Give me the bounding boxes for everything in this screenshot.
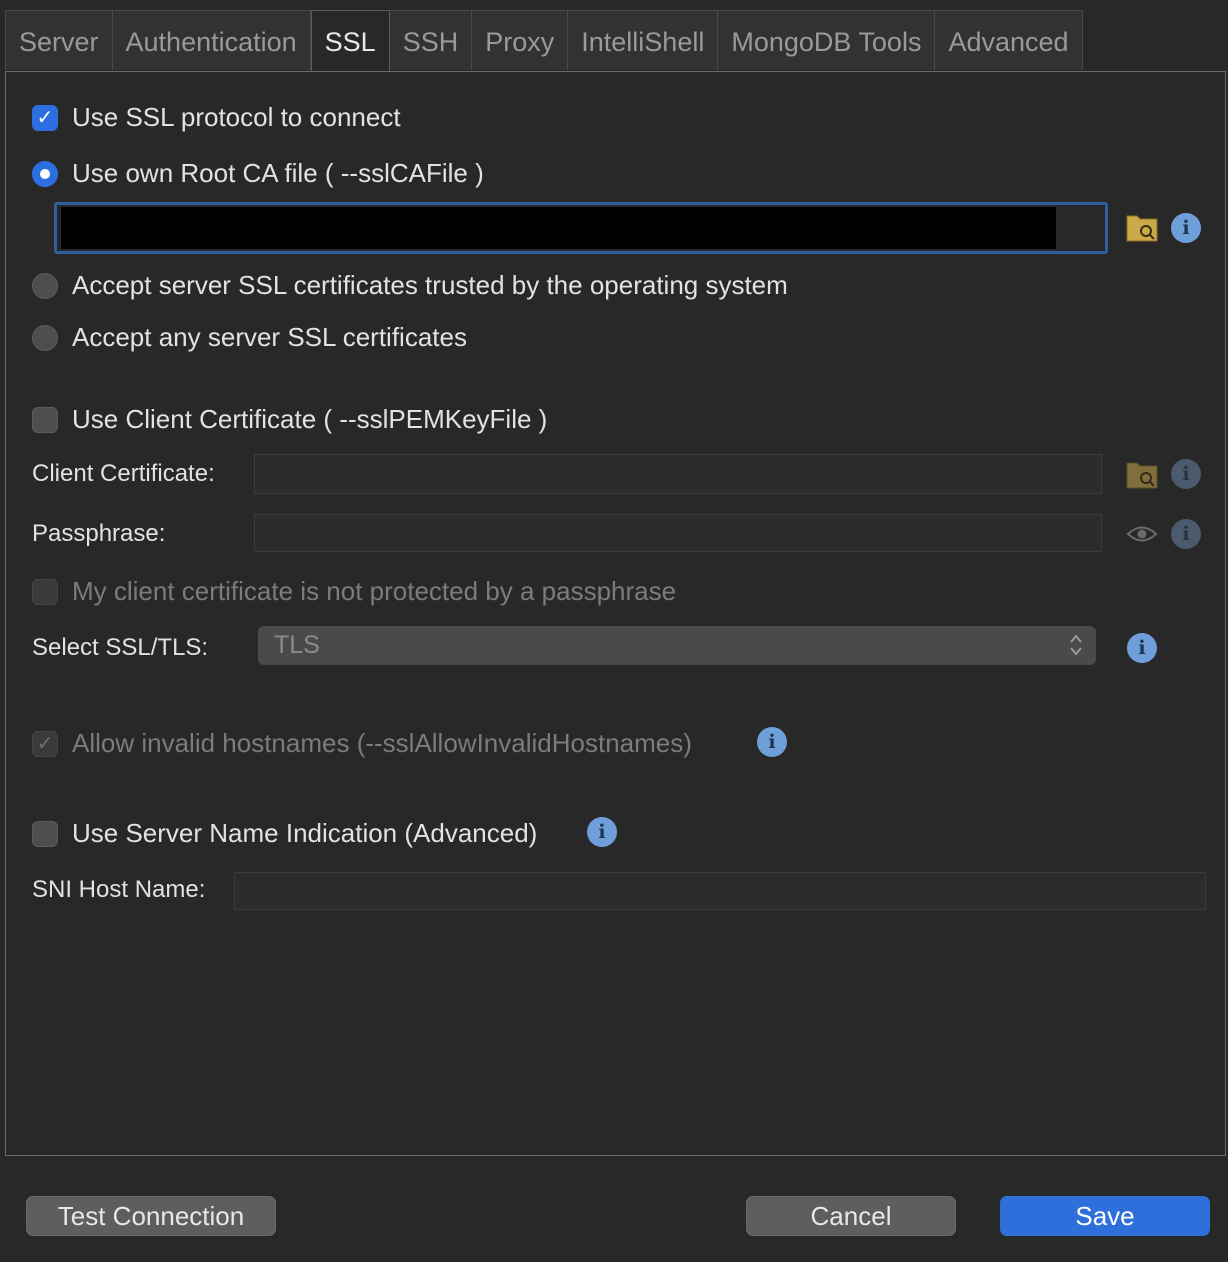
cancel-button[interactable]: Cancel — [746, 1196, 956, 1236]
passphrase-label-row: Passphrase: — [32, 520, 165, 548]
sni-host-label-row: SNI Host Name: — [32, 876, 205, 904]
save-button[interactable]: Save — [1000, 1196, 1210, 1236]
client-cert-row[interactable]: Use Client Certificate ( --sslPEMKeyFile… — [32, 404, 547, 435]
redacted-path — [61, 207, 1056, 249]
no-passphrase-checkbox[interactable] — [32, 578, 58, 605]
any-cert-row[interactable]: Accept any server SSL certificates — [32, 322, 467, 353]
passphrase-label: Passphrase: — [32, 520, 166, 547]
no-passphrase-label: My client certificate is not protected b… — [72, 576, 677, 606]
tab-ssl[interactable]: SSL — [310, 10, 390, 72]
allow-invalid-row[interactable]: ✓ Allow invalid hostnames (--sslAllowInv… — [32, 728, 692, 759]
ca-file-info-icon[interactable]: i — [1171, 213, 1201, 243]
client-cert-check-label: Use Client Certificate ( --sslPEMKeyFile… — [72, 404, 548, 434]
sni-row[interactable]: Use Server Name Indication (Advanced) — [32, 818, 537, 849]
ssl-tls-select[interactable]: TLS — [258, 626, 1096, 665]
client-cert-info-icon[interactable]: i — [1171, 459, 1201, 489]
ca-file-input[interactable] — [54, 202, 1108, 254]
select-ssl-tls-label: Select SSL/TLS: — [32, 634, 209, 661]
passphrase-info-icon[interactable]: i — [1171, 519, 1201, 549]
sni-checkbox[interactable] — [32, 820, 58, 847]
trusted-os-row[interactable]: Accept server SSL certificates trusted b… — [32, 270, 788, 301]
client-cert-folder-icon[interactable] — [1126, 459, 1158, 489]
tab-intellishell[interactable]: IntelliShell — [568, 10, 719, 70]
tab-server[interactable]: Server — [5, 10, 113, 70]
passphrase-input[interactable] — [254, 514, 1102, 552]
tab-mongodb-tools[interactable]: MongoDB Tools — [718, 10, 936, 70]
allow-invalid-info-icon[interactable]: i — [757, 727, 787, 757]
trusted-os-label: Accept server SSL certificates trusted b… — [72, 270, 788, 300]
no-passphrase-row[interactable]: My client certificate is not protected b… — [32, 576, 676, 607]
own-root-ca-label: Use own Root CA file ( --sslCAFile ) — [72, 158, 484, 188]
allow-invalid-checkbox[interactable]: ✓ — [32, 730, 58, 757]
use-ssl-label: Use SSL protocol to connect — [72, 102, 401, 132]
client-certificate-label: Client Certificate: — [32, 460, 215, 487]
tab-bar: Server Authentication SSL SSH Proxy Inte… — [5, 10, 1228, 72]
select-ssl-tls-label-row: Select SSL/TLS: — [32, 634, 208, 662]
own-root-ca-radio[interactable] — [32, 160, 58, 187]
tab-ssh[interactable]: SSH — [389, 10, 473, 70]
own-root-ca-row[interactable]: Use own Root CA file ( --sslCAFile ) — [32, 158, 484, 189]
any-cert-label: Accept any server SSL certificates — [72, 322, 467, 352]
any-cert-radio[interactable] — [32, 324, 58, 351]
ssl-tls-info-icon[interactable]: i — [1127, 633, 1157, 663]
test-connection-button[interactable]: Test Connection — [26, 1196, 276, 1236]
client-certificate-label-row: Client Certificate: — [32, 460, 215, 488]
tab-authentication[interactable]: Authentication — [112, 10, 311, 70]
show-password-eye-icon[interactable] — [1126, 523, 1158, 545]
use-ssl-row[interactable]: ✓ Use SSL protocol to connect — [32, 102, 401, 133]
sni-label: Use Server Name Indication (Advanced) — [72, 818, 538, 848]
sni-info-icon[interactable]: i — [587, 817, 617, 847]
use-ssl-checkbox[interactable]: ✓ — [32, 104, 58, 131]
tab-advanced[interactable]: Advanced — [935, 10, 1083, 70]
sni-host-label: SNI Host Name: — [32, 876, 206, 903]
allow-invalid-label: Allow invalid hostnames (--sslAllowInval… — [72, 728, 692, 758]
tab-proxy[interactable]: Proxy — [472, 10, 569, 70]
sni-host-input[interactable] — [234, 872, 1206, 910]
ssl-tls-select-value: TLS — [274, 631, 320, 659]
trusted-os-radio[interactable] — [32, 272, 58, 299]
client-certificate-input[interactable] — [254, 454, 1102, 494]
updown-chevron-icon — [1070, 634, 1082, 656]
browse-folder-icon[interactable] — [1126, 212, 1158, 242]
client-cert-checkbox[interactable] — [32, 406, 58, 433]
